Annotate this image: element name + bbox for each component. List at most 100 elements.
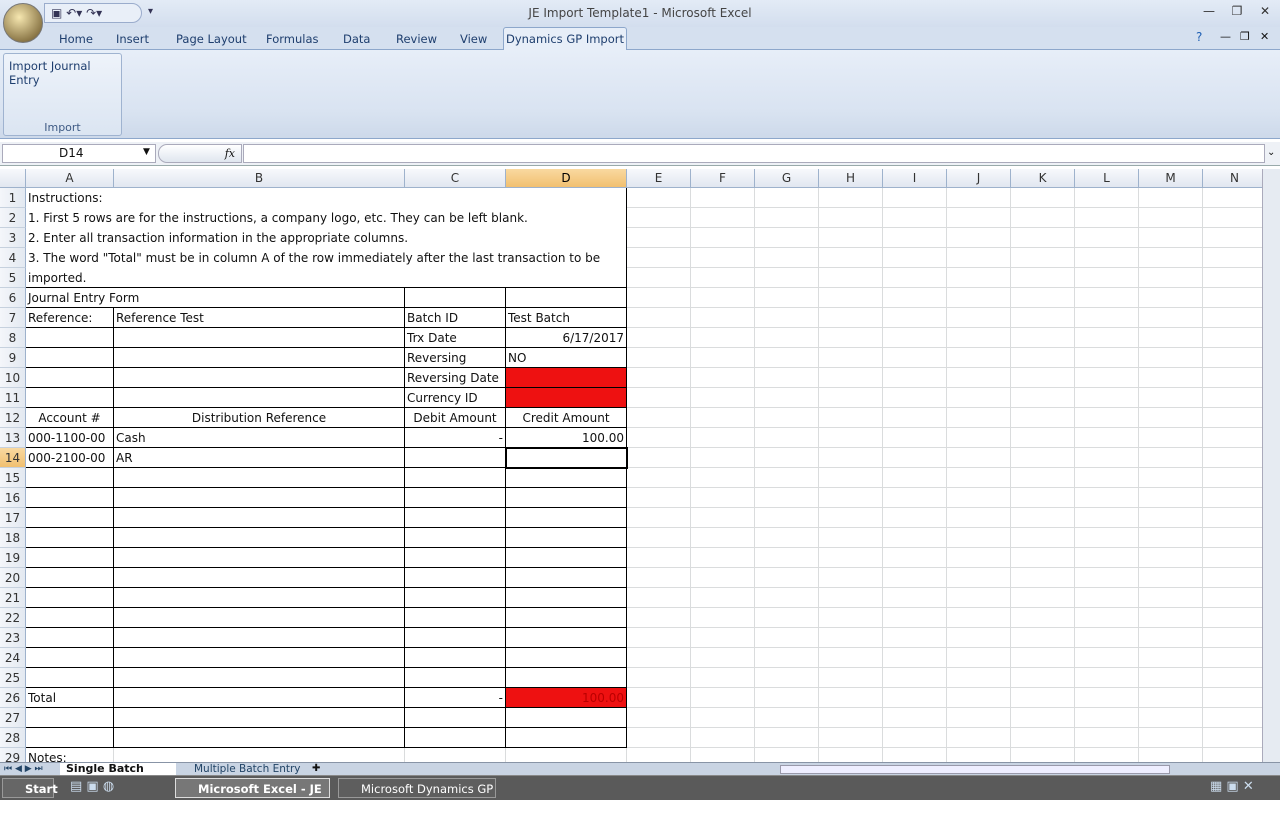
cell-d10[interactable] [506,368,627,388]
cell-m2[interactable] [1139,208,1203,228]
cell-i24[interactable] [883,648,947,668]
cell-e23[interactable] [627,628,691,648]
column-header-i[interactable]: I [883,169,947,188]
cell-e18[interactable] [627,528,691,548]
cell-c9[interactable]: Reversing [405,348,506,368]
cell-j7[interactable] [947,308,1011,328]
select-all-corner[interactable] [0,169,26,188]
cell-k1[interactable] [1011,188,1075,208]
row-header-8[interactable]: 8 [0,328,26,348]
cell-g11[interactable] [755,388,819,408]
cell-c11[interactable]: Currency ID [405,388,506,408]
cell-d13[interactable]: 100.00 [506,428,627,448]
cell-m9[interactable] [1139,348,1203,368]
cell-c1[interactable] [405,188,506,208]
cell-l27[interactable] [1075,708,1139,728]
cell-e7[interactable] [627,308,691,328]
cell-g21[interactable] [755,588,819,608]
cell-i3[interactable] [883,228,947,248]
cell-k29[interactable] [1011,748,1075,762]
cell-g17[interactable] [755,508,819,528]
cell-n18[interactable] [1203,528,1262,548]
cell-f24[interactable] [691,648,755,668]
cell-a15[interactable] [26,468,114,488]
cell-f27[interactable] [691,708,755,728]
cell-b13[interactable]: Cash [114,428,405,448]
cell-i14[interactable] [883,448,947,468]
cell-m26[interactable] [1139,688,1203,708]
cell-c19[interactable] [405,548,506,568]
cell-k22[interactable] [1011,608,1075,628]
row-header-10[interactable]: 10 [0,368,26,388]
cell-m17[interactable] [1139,508,1203,528]
cell-d5[interactable] [506,268,627,288]
cell-l17[interactable] [1075,508,1139,528]
row-header-24[interactable]: 24 [0,648,26,668]
cell-k12[interactable] [1011,408,1075,428]
cell-j5[interactable] [947,268,1011,288]
cell-j25[interactable] [947,668,1011,688]
column-header-a[interactable]: A [26,169,114,188]
cell-m29[interactable] [1139,748,1203,762]
cell-j15[interactable] [947,468,1011,488]
cell-f2[interactable] [691,208,755,228]
cell-i29[interactable] [883,748,947,762]
cell-n9[interactable] [1203,348,1262,368]
cell-f29[interactable] [691,748,755,762]
cell-c26[interactable]: - [405,688,506,708]
cell-g13[interactable] [755,428,819,448]
cell-g9[interactable] [755,348,819,368]
cell-k18[interactable] [1011,528,1075,548]
cell-n10[interactable] [1203,368,1262,388]
cell-c27[interactable] [405,708,506,728]
cell-e10[interactable] [627,368,691,388]
cell-d6[interactable] [506,288,627,308]
cell-g24[interactable] [755,648,819,668]
cell-d23[interactable] [506,628,627,648]
cell-c16[interactable] [405,488,506,508]
horizontal-scrollbar[interactable] [780,765,1170,774]
cell-h12[interactable] [819,408,883,428]
insert-function-button[interactable]: fx [158,144,242,163]
cell-k4[interactable] [1011,248,1075,268]
cell-b28[interactable] [114,728,405,748]
cell-h26[interactable] [819,688,883,708]
row-header-11[interactable]: 11 [0,388,26,408]
row-header-3[interactable]: 3 [0,228,26,248]
cell-k3[interactable] [1011,228,1075,248]
sheet-tab-multiple-batch-entry[interactable]: Multiple Batch Entry [186,763,301,775]
cell-c10[interactable]: Reversing Date [405,368,506,388]
cell-n17[interactable] [1203,508,1262,528]
cell-a7[interactable]: Reference: [26,308,114,328]
cell-m16[interactable] [1139,488,1203,508]
row-header-15[interactable]: 15 [0,468,26,488]
cell-n14[interactable] [1203,448,1262,468]
tab-home[interactable]: Home [59,29,93,49]
cell-n19[interactable] [1203,548,1262,568]
row-header-26[interactable]: 26 [0,688,26,708]
cell-g1[interactable] [755,188,819,208]
cell-h13[interactable] [819,428,883,448]
cell-h28[interactable] [819,728,883,748]
cell-b8[interactable] [114,328,405,348]
cell-g4[interactable] [755,248,819,268]
cell-c24[interactable] [405,648,506,668]
cell-k24[interactable] [1011,648,1075,668]
cell-i8[interactable] [883,328,947,348]
row-header-6[interactable]: 6 [0,288,26,308]
cell-g25[interactable] [755,668,819,688]
cell-i5[interactable] [883,268,947,288]
cell-b19[interactable] [114,548,405,568]
row-header-16[interactable]: 16 [0,488,26,508]
cell-b27[interactable] [114,708,405,728]
cell-d18[interactable] [506,528,627,548]
cell-g20[interactable] [755,568,819,588]
cell-k13[interactable] [1011,428,1075,448]
row-header-13[interactable]: 13 [0,428,26,448]
row-header-29[interactable]: 29 [0,748,26,762]
cell-m24[interactable] [1139,648,1203,668]
cell-h11[interactable] [819,388,883,408]
cell-a26[interactable]: Total [26,688,114,708]
row-header-12[interactable]: 12 [0,408,26,428]
cell-f10[interactable] [691,368,755,388]
